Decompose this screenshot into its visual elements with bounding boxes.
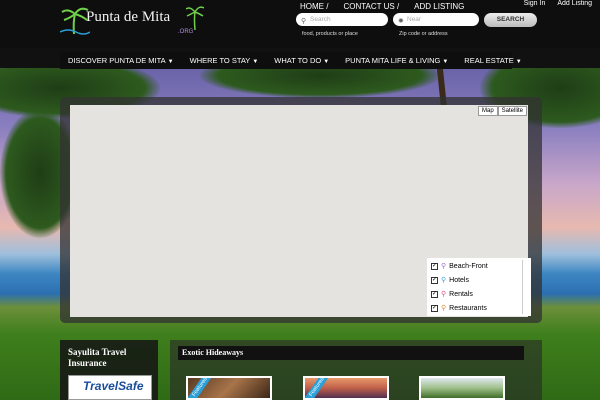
- map-type-map[interactable]: Map: [478, 106, 498, 116]
- nav-label: PUNTA MITA LIFE & LIVING: [345, 56, 441, 65]
- near-placeholder: Near: [407, 16, 422, 23]
- legend-item[interactable]: ✓ ⚲ Beach-Front: [431, 262, 488, 270]
- top-nav-contact[interactable]: CONTACT US /: [343, 2, 399, 11]
- sign-in-link[interactable]: Sign In: [524, 0, 546, 7]
- legend-label: Beach-Front: [449, 262, 488, 270]
- featured-badge: Featured: [188, 378, 214, 398]
- legend-label: Restaurants: [449, 304, 487, 312]
- nav-discover[interactable]: DISCOVER PUNTA DE MITA ▼: [60, 52, 182, 69]
- top-nav: HOME / CONTACT US / ADD LISTING: [300, 2, 464, 11]
- checkbox-checked-icon[interactable]: ✓: [431, 262, 438, 270]
- map-type-toggle: Map Satellite: [478, 106, 528, 116]
- chevron-down-icon: ▼: [442, 59, 449, 65]
- nav-what-to-do[interactable]: WHAT TO DO ▼: [266, 52, 337, 69]
- top-nav-add-listing[interactable]: ADD LISTING: [414, 2, 464, 11]
- sidebar-title: Sayulita Travel Insurance: [68, 347, 127, 368]
- nav-label: WHAT TO DO: [274, 56, 322, 65]
- account-links: Sign In Add Listing: [524, 0, 592, 7]
- logo-text: Punta de Mita: [86, 9, 171, 25]
- checkbox-checked-icon[interactable]: ✓: [431, 290, 438, 298]
- chevron-down-icon: ▼: [515, 59, 522, 65]
- chevron-down-icon: ▼: [252, 59, 259, 65]
- search-icon: ⚲: [301, 18, 307, 25]
- legend-item[interactable]: ✓ ⚲ Rentals: [431, 290, 473, 298]
- palm-tree-icon: [186, 6, 204, 30]
- nav-where-to-stay[interactable]: WHERE TO STAY ▼: [182, 52, 267, 69]
- near-input[interactable]: ✹ Near: [393, 13, 479, 26]
- site-logo[interactable]: Punta de Mita .ORG: [60, 2, 208, 42]
- featured-badge: Featured: [305, 378, 331, 398]
- legend-label: Hotels: [449, 276, 469, 284]
- legend-item[interactable]: ✓ ⚲ Restaurants: [431, 304, 487, 312]
- travelsafe-logo-text: TravelSafe: [83, 379, 144, 393]
- nav-real-estate[interactable]: REAL ESTATE ▼: [456, 52, 529, 69]
- nav-life-living[interactable]: PUNTA MITA LIFE & LIVING ▼: [337, 52, 456, 69]
- travel-insurance-banner[interactable]: TravelSafe: [68, 375, 152, 400]
- chevron-down-icon: ▼: [167, 59, 174, 65]
- location-icon: ✹: [398, 18, 404, 25]
- map-type-satellite[interactable]: Satellite: [497, 106, 528, 116]
- nav-label: WHERE TO STAY: [189, 56, 251, 65]
- chevron-down-icon: ▼: [323, 59, 330, 65]
- search-hint: food, products or place: [302, 31, 358, 37]
- palm-fronds: [200, 68, 440, 98]
- section-title: Exotic Hideaways: [182, 348, 244, 357]
- legend-item[interactable]: ✓ ⚲ Hotels: [431, 276, 469, 284]
- legend-label: Rentals: [449, 290, 473, 298]
- near-hint: Zip code or address: [399, 31, 448, 37]
- main-nav: DISCOVER PUNTA DE MITA ▼ WHERE TO STAY ▼ W…: [60, 52, 522, 69]
- listing-thumbnail[interactable]: Featured: [303, 376, 389, 400]
- checkbox-checked-icon[interactable]: ✓: [431, 304, 438, 312]
- search-input[interactable]: ⚲ Search: [296, 13, 388, 26]
- legend-scrollbar[interactable]: [522, 260, 529, 314]
- map-pin-icon: ⚲: [441, 305, 447, 312]
- map-pin-icon: ⚲: [441, 277, 447, 284]
- nav-label: DISCOVER PUNTA DE MITA: [68, 56, 166, 65]
- search-button[interactable]: SEARCH: [484, 13, 537, 27]
- search-placeholder: Search: [310, 16, 331, 23]
- map-legend: ✓ ⚲ Beach-Front ✓ ⚲ Hotels ✓ ⚲ Rentals ✓…: [427, 258, 531, 316]
- add-listing-link[interactable]: Add Listing: [557, 0, 592, 7]
- top-nav-home[interactable]: HOME /: [300, 2, 328, 11]
- checkbox-checked-icon[interactable]: ✓: [431, 276, 438, 284]
- nav-label: REAL ESTATE: [464, 56, 514, 65]
- map-pin-icon: ⚲: [441, 291, 447, 298]
- map-pin-icon: ⚲: [441, 263, 447, 270]
- listing-thumbnail[interactable]: [419, 376, 505, 400]
- listing-thumbnail[interactable]: Featured: [186, 376, 272, 400]
- site-header: Punta de Mita .ORG HOME / CONTACT US / A…: [0, 0, 600, 48]
